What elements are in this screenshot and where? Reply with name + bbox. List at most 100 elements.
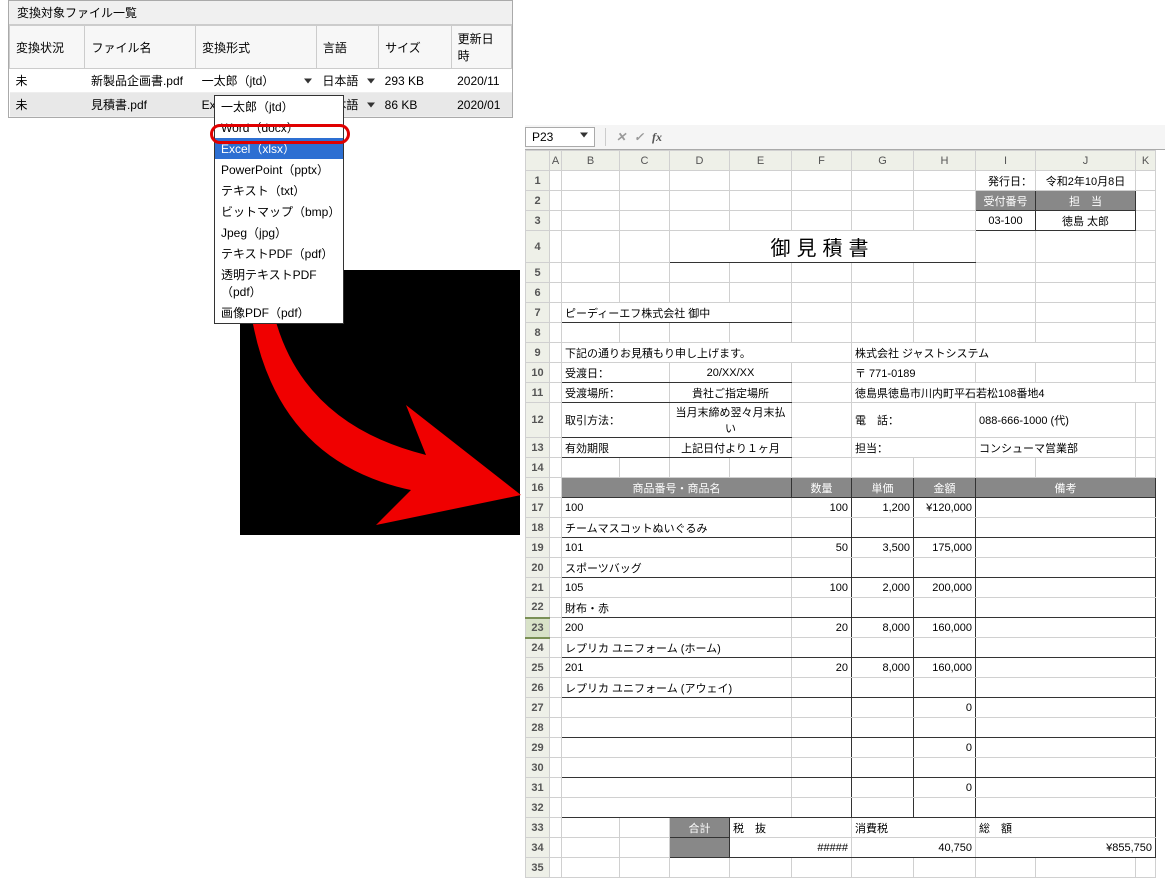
- cell[interactable]: [914, 283, 976, 303]
- row-header[interactable]: 17: [526, 498, 550, 518]
- cell[interactable]: 8,000: [852, 618, 914, 638]
- row-header[interactable]: 18: [526, 518, 550, 538]
- cell[interactable]: 下記の通りお見積もり申し上げます。: [562, 343, 852, 363]
- cell[interactable]: [976, 798, 1156, 818]
- col-header[interactable]: B: [562, 151, 620, 171]
- cell[interactable]: [914, 211, 976, 231]
- cell[interactable]: [550, 263, 562, 283]
- cell[interactable]: 受付番号: [976, 191, 1036, 211]
- cell[interactable]: [620, 283, 670, 303]
- col-header[interactable]: D: [670, 151, 730, 171]
- cell[interactable]: [730, 211, 792, 231]
- row-header[interactable]: 1: [526, 171, 550, 191]
- cell[interactable]: [670, 458, 730, 478]
- row-header[interactable]: 3: [526, 211, 550, 231]
- col-header[interactable]: G: [852, 151, 914, 171]
- cell[interactable]: 受渡場所：: [562, 383, 670, 403]
- cell[interactable]: [562, 263, 620, 283]
- cell[interactable]: 数量: [792, 478, 852, 498]
- cell[interactable]: [550, 698, 562, 718]
- cell[interactable]: 金額: [914, 478, 976, 498]
- cell[interactable]: [550, 438, 562, 458]
- cell[interactable]: [550, 678, 562, 698]
- cell[interactable]: [562, 171, 620, 191]
- cell[interactable]: 税 抜: [730, 818, 852, 838]
- cell[interactable]: [976, 263, 1036, 283]
- cell[interactable]: [550, 858, 562, 878]
- cell[interactable]: 貴社ご指定場所: [670, 383, 792, 403]
- row-header[interactable]: 34: [526, 838, 550, 858]
- cell[interactable]: [562, 211, 620, 231]
- cell[interactable]: [550, 478, 562, 498]
- cell[interactable]: [550, 303, 562, 323]
- cell[interactable]: [550, 383, 562, 403]
- cell[interactable]: [550, 638, 562, 658]
- cell[interactable]: [914, 638, 976, 658]
- row-header[interactable]: 29: [526, 738, 550, 758]
- cell[interactable]: [852, 678, 914, 698]
- cell[interactable]: [670, 858, 730, 878]
- cell[interactable]: [550, 283, 562, 303]
- cell[interactable]: [976, 518, 1156, 538]
- cell[interactable]: [914, 303, 976, 323]
- cell[interactable]: [792, 778, 852, 798]
- cell[interactable]: [670, 838, 730, 858]
- cell[interactable]: [976, 858, 1036, 878]
- cell[interactable]: 財布・赤: [562, 598, 792, 618]
- cell[interactable]: [1136, 171, 1156, 191]
- cell[interactable]: [792, 438, 852, 458]
- cell[interactable]: [620, 231, 670, 263]
- cell[interactable]: [670, 211, 730, 231]
- cell[interactable]: [914, 798, 976, 818]
- dropdown-item[interactable]: Word（docx）: [215, 117, 343, 138]
- cell[interactable]: [1036, 263, 1136, 283]
- col-lang[interactable]: 言語: [316, 26, 378, 69]
- name-box[interactable]: P23: [525, 127, 595, 147]
- cell[interactable]: [1136, 458, 1156, 478]
- cell[interactable]: [792, 263, 852, 283]
- cell[interactable]: [562, 818, 620, 838]
- row-header[interactable]: 22: [526, 598, 550, 618]
- cell[interactable]: [550, 598, 562, 618]
- row-header[interactable]: 16: [526, 478, 550, 498]
- cell[interactable]: ¥855,750: [976, 838, 1156, 858]
- cell[interactable]: 合計: [670, 818, 730, 838]
- cell[interactable]: [976, 678, 1156, 698]
- cell[interactable]: 株式会社 ジャストシステム: [852, 343, 1136, 363]
- cell[interactable]: [976, 303, 1036, 323]
- cell[interactable]: [550, 171, 562, 191]
- cell[interactable]: [550, 618, 562, 638]
- cell[interactable]: [914, 598, 976, 618]
- dropdown-item[interactable]: PowerPoint（pptx）: [215, 159, 343, 180]
- cell[interactable]: [562, 323, 620, 343]
- cell[interactable]: [550, 323, 562, 343]
- chevron-down-icon[interactable]: [367, 78, 375, 83]
- col-header[interactable]: E: [730, 151, 792, 171]
- cell[interactable]: レプリカ ユニフォーム (ホーム): [562, 638, 792, 658]
- col-header[interactable]: I: [976, 151, 1036, 171]
- enter-icon[interactable]: ✓: [630, 130, 648, 144]
- cell[interactable]: [852, 171, 914, 191]
- cell[interactable]: [792, 323, 852, 343]
- cell[interactable]: 50: [792, 538, 852, 558]
- cell[interactable]: [550, 191, 562, 211]
- cell[interactable]: [976, 538, 1156, 558]
- cell[interactable]: [550, 578, 562, 598]
- col-header[interactable]: K: [1136, 151, 1156, 171]
- row-header[interactable]: 10: [526, 363, 550, 383]
- dropdown-item[interactable]: Jpeg（jpg）: [215, 222, 343, 243]
- col-size[interactable]: サイズ: [379, 26, 451, 69]
- cell[interactable]: 8,000: [852, 658, 914, 678]
- cell[interactable]: [1136, 858, 1156, 878]
- cell[interactable]: [852, 638, 914, 658]
- cell[interactable]: [852, 738, 914, 758]
- cell[interactable]: 100: [562, 498, 792, 518]
- cell[interactable]: [914, 171, 976, 191]
- cell[interactable]: [976, 758, 1156, 778]
- cell[interactable]: [792, 598, 852, 618]
- cell[interactable]: [792, 363, 852, 383]
- cell[interactable]: [976, 363, 1036, 383]
- cell[interactable]: [1136, 343, 1156, 363]
- row-header[interactable]: 23: [526, 618, 550, 638]
- cell[interactable]: [1036, 283, 1136, 303]
